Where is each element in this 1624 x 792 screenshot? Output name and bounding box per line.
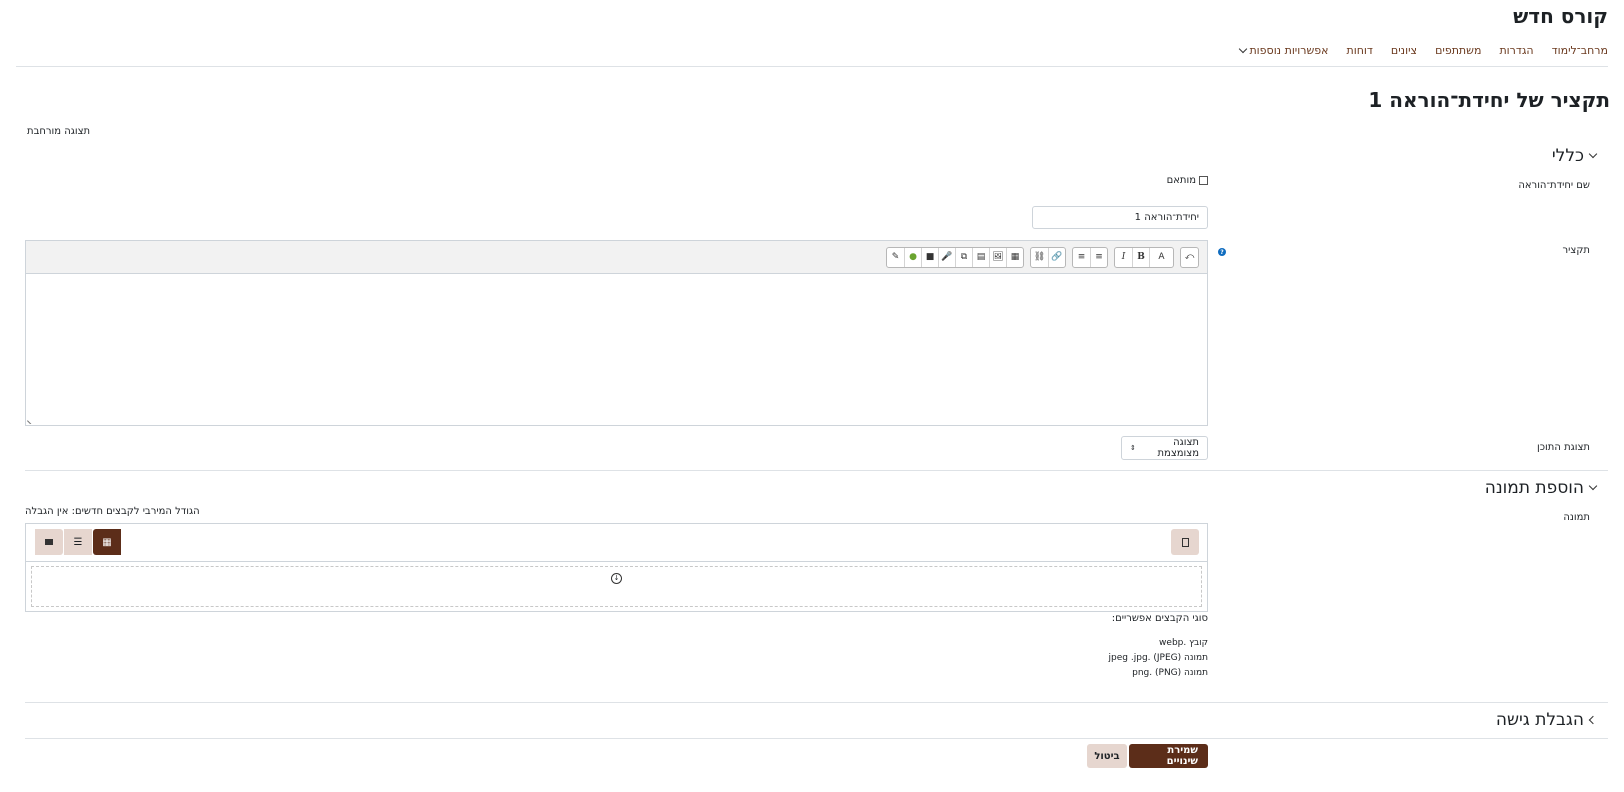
nav-item-course[interactable]: מרחב־לימוד (1552, 44, 1608, 57)
folder-icon (45, 539, 53, 545)
name-label: שם יחידת־הוראה (1518, 180, 1590, 191)
section-divider (25, 702, 1608, 703)
section-image-title: הוספת תמונה (1484, 478, 1584, 498)
accepted-types-title: סוגי הקבצים אפשריים: (1111, 613, 1208, 624)
nav-item-participants[interactable]: משתתפים (1435, 44, 1481, 57)
link-icon[interactable]: 🔗 (1048, 247, 1065, 267)
section-image-header[interactable]: הוספת תמונה (1484, 478, 1598, 498)
section-divider (25, 738, 1608, 739)
content-display-select[interactable]: תצוגה מצומצמת ⇕ (1121, 436, 1208, 460)
italic-icon[interactable]: I (1115, 248, 1132, 267)
nav-item-settings[interactable]: הגדרות (1499, 44, 1533, 57)
expand-all-link[interactable]: תצוגה מורחבת (27, 126, 90, 137)
editor-content-area[interactable] (26, 274, 1207, 426)
chevron-down-icon (1239, 44, 1248, 54)
annotate-icon[interactable]: ✎ (887, 248, 904, 267)
content-display-value: תצוגה מצומצמת (1157, 437, 1199, 459)
editor-toolbar: ⤺ A B I ≡ ≡ 🔗 ⛓ ▦ 🖼 ▤ ⧉ 🎤 ■ ● ✎ (26, 241, 1207, 274)
file-dropzone[interactable]: ↓ (31, 566, 1202, 607)
undo-icon[interactable]: ⤺ (1181, 248, 1198, 267)
custom-checkbox-row: מותאם (1167, 175, 1208, 186)
nav-item-reports[interactable]: דוחות (1347, 44, 1373, 57)
microphone-icon[interactable]: 🎤 (938, 247, 955, 267)
grid-icon: ▦ (102, 536, 112, 548)
nav-divider (16, 66, 1608, 67)
summary-label: תקציר (1562, 245, 1590, 256)
course-nav: מרחב־לימוד הגדרות משתתפים ציונים דוחות א… (1239, 44, 1608, 57)
font-style-icon[interactable]: A (1149, 247, 1173, 267)
nav-item-more[interactable]: אפשרויות נוספות (1239, 44, 1329, 57)
image-icon[interactable]: 🖼 (989, 247, 1006, 267)
view-list-button[interactable]: ☰ (64, 529, 92, 555)
media-icon[interactable]: ▤ (972, 247, 989, 267)
max-size-text: הגודל המירבי לקבצים חדשים: אין הגבלה (25, 506, 200, 517)
toolbar-group-format: A B I (1114, 246, 1174, 268)
video-icon[interactable]: ■ (921, 247, 938, 267)
custom-label: מותאם (1166, 175, 1196, 186)
help-icon[interactable]: ? (1218, 248, 1226, 256)
content-display-label: תצוגת התוכן (1537, 442, 1590, 453)
toolbar-group-lists: ≡ ≡ (1072, 246, 1108, 268)
section-access-header[interactable]: הגבלת גישה (1495, 710, 1598, 730)
resize-handle-icon[interactable] (27, 416, 35, 424)
chevron-down-icon (1588, 149, 1598, 159)
name-input[interactable]: יחידת־הוראה 1 (1032, 206, 1208, 229)
summary-editor: ⤺ A B I ≡ ≡ 🔗 ⛓ ▦ 🖼 ▤ ⧉ 🎤 ■ ● ✎ (25, 240, 1208, 426)
bold-icon[interactable]: B (1132, 247, 1149, 267)
chevron-left-icon (1588, 715, 1598, 725)
image-label: תמונה (1563, 512, 1590, 523)
list-icon: ☰ (73, 536, 83, 548)
accepted-type-webp: קובץ .webp (1159, 638, 1208, 648)
unlink-icon[interactable]: ⛓ (1031, 248, 1048, 267)
h5p-icon[interactable]: ● (904, 247, 921, 267)
section-general-title: כללי (1551, 146, 1584, 166)
nav-item-grades[interactable]: ציונים (1391, 44, 1417, 57)
ordered-list-icon[interactable]: ≡ (1073, 248, 1090, 267)
file-picker-toolbar: ▦ ☰ (26, 524, 1207, 562)
toolbar-group-insert: ▦ 🖼 ▤ ⧉ 🎤 ■ ● ✎ (886, 246, 1024, 268)
file-icon (1181, 537, 1189, 547)
unordered-list-icon[interactable]: ≡ (1090, 247, 1107, 267)
view-icons-button[interactable]: ▦ (93, 529, 121, 555)
accepted-type-jpeg: תמונה (JPEG) .jpeg .jpg (1108, 653, 1208, 663)
section-divider (25, 470, 1608, 471)
section-access-title: הגבלת גישה (1495, 710, 1584, 730)
course-title: קורס חדש (1513, 4, 1608, 28)
page-title: תקציר של יחידת־הוראה 1 (1368, 88, 1610, 112)
view-tree-button[interactable] (35, 529, 63, 555)
file-picker: ▦ ☰ ↓ (25, 523, 1208, 612)
toolbar-group-undo: ⤺ (1180, 246, 1199, 268)
section-general-header[interactable]: כללי (1551, 146, 1598, 166)
nav-more-label: אפשרויות נוספות (1249, 44, 1329, 57)
copy-icon[interactable]: ⧉ (955, 247, 972, 267)
cancel-button[interactable]: ביטול (1087, 744, 1127, 768)
select-arrows-icon: ⇕ (1130, 443, 1136, 452)
chevron-down-icon (1588, 481, 1598, 491)
download-icon: ↓ (611, 573, 622, 584)
add-file-button[interactable] (1171, 529, 1199, 555)
accepted-type-png: תמונה (PNG) .png (1132, 668, 1208, 678)
save-button[interactable]: שמירת שינויים (1129, 744, 1208, 768)
custom-checkbox[interactable] (1199, 176, 1208, 185)
template-icon[interactable]: ▦ (1006, 247, 1023, 267)
toolbar-group-links: 🔗 ⛓ (1030, 246, 1066, 268)
